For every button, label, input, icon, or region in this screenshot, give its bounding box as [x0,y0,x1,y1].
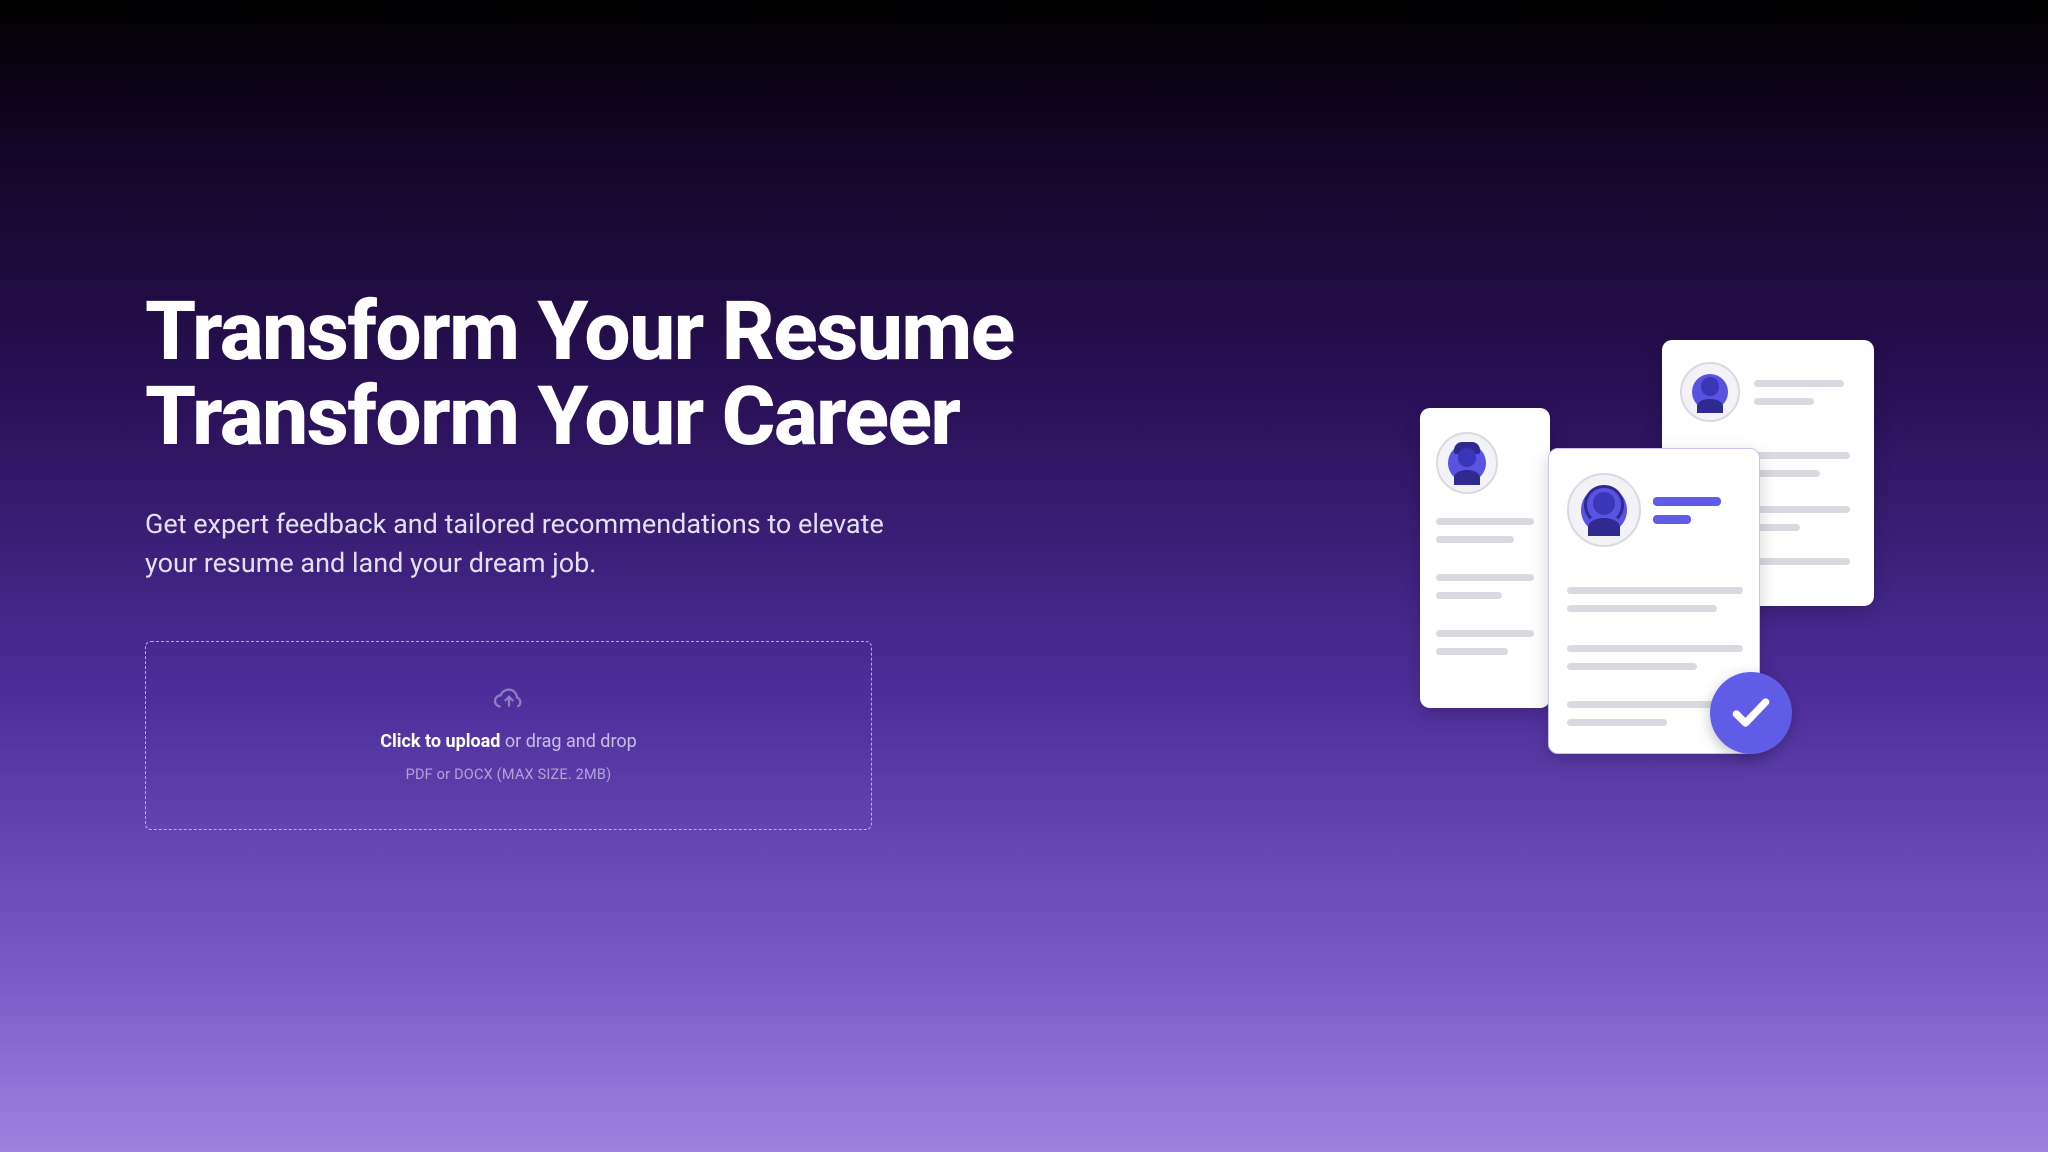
hero-section: Transform Your Resume Transform Your Car… [145,290,1045,830]
upload-hint: PDF or DOCX (MAX SIZE. 2MB) [406,766,612,783]
cloud-upload-icon [492,687,526,715]
page-subtitle: Get expert feedback and tailored recomme… [145,505,885,583]
headline-line-1: Transform Your Resume [145,284,1014,380]
avatar [1567,473,1641,547]
avatar [1680,362,1740,422]
upload-drag-label: or drag and drop [500,731,636,752]
resume-illustration [1420,340,1940,820]
upload-click-label: Click to upload [380,731,500,752]
check-icon [1729,691,1773,735]
page-title: Transform Your Resume Transform Your Car… [145,290,1045,461]
check-badge [1710,672,1792,754]
upload-dropzone[interactable]: Click to upload or drag and drop PDF or … [145,641,872,830]
headline-line-2: Transform Your Career [145,369,959,465]
illus-doc-left [1420,408,1550,708]
upload-primary-text: Click to upload or drag and drop [380,731,637,752]
avatar [1436,432,1498,494]
